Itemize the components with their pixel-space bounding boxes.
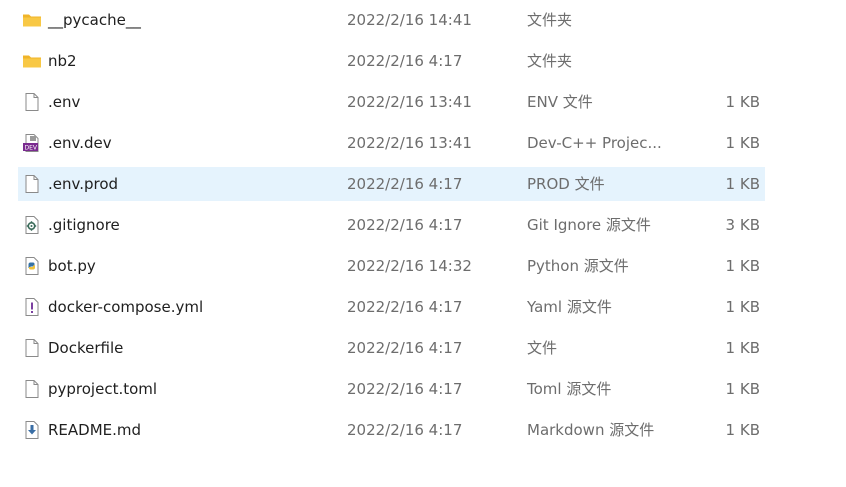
file-date: 2022/2/16 4:17 (347, 52, 463, 70)
file-row-gitignore[interactable]: .gitignore 2022/2/16 4:17 Git Ignore 源文件… (18, 208, 765, 242)
file-name: nb2 (48, 52, 77, 70)
file-row-docker-compose[interactable]: docker-compose.yml 2022/2/16 4:17 Yaml 源… (18, 290, 765, 324)
file-name: .env (48, 93, 81, 111)
file-row-env-dev[interactable]: DEV .env.dev 2022/2/16 13:41 Dev-C++ Pro… (18, 126, 765, 160)
file-size: 1 KB (725, 380, 760, 398)
blank-file-icon (22, 379, 42, 399)
file-row-pycache[interactable]: __pycache__ 2022/2/16 14:41 文件夹 (18, 3, 765, 37)
gear-file-icon (22, 215, 42, 235)
file-date: 2022/2/16 4:17 (347, 380, 463, 398)
file-type: Git Ignore 源文件 (527, 216, 651, 234)
dev-cpp-file-icon: DEV (22, 133, 42, 153)
python-file-icon (22, 256, 42, 276)
file-row-dockerfile[interactable]: Dockerfile 2022/2/16 4:17 文件 1 KB (18, 331, 765, 365)
file-type: Dev-C++ Projec... (527, 134, 662, 152)
file-name: .gitignore (48, 216, 120, 234)
file-type: Yaml 源文件 (527, 298, 612, 316)
file-row-env-prod[interactable]: .env.prod 2022/2/16 4:17 PROD 文件 1 KB (18, 167, 765, 201)
file-type: PROD 文件 (527, 175, 605, 193)
file-name: docker-compose.yml (48, 298, 204, 316)
file-name: bot.py (48, 257, 96, 275)
blank-file-icon (22, 92, 42, 112)
file-date: 2022/2/16 14:32 (347, 257, 472, 275)
file-size: 1 KB (725, 93, 760, 111)
exclamation-file-icon (22, 297, 42, 317)
folder-icon (22, 10, 42, 30)
file-row-pyproject[interactable]: pyproject.toml 2022/2/16 4:17 Toml 源文件 1… (18, 372, 765, 406)
file-date: 2022/2/16 13:41 (347, 93, 472, 111)
file-date: 2022/2/16 4:17 (347, 339, 463, 357)
file-name: __pycache__ (48, 11, 141, 29)
file-name: Dockerfile (48, 339, 124, 357)
file-size: 3 KB (725, 216, 760, 234)
file-type: 文件夹 (527, 52, 573, 70)
file-row-bot-py[interactable]: bot.py 2022/2/16 14:32 Python 源文件 1 KB (18, 249, 765, 283)
markdown-file-icon (22, 420, 42, 440)
file-size: 1 KB (725, 134, 760, 152)
file-size: 1 KB (725, 257, 760, 275)
file-size: 1 KB (725, 421, 760, 439)
file-date: 2022/2/16 4:17 (347, 421, 463, 439)
svg-text:DEV: DEV (25, 145, 38, 152)
file-size: 1 KB (725, 339, 760, 357)
blank-file-icon (22, 174, 42, 194)
folder-icon (22, 51, 42, 71)
file-type: Toml 源文件 (527, 380, 612, 398)
file-name: .env.prod (48, 175, 119, 193)
file-type: Python 源文件 (527, 257, 629, 275)
file-row-readme[interactable]: README.md 2022/2/16 4:17 Markdown 源文件 1 … (18, 413, 765, 447)
file-row-env[interactable]: .env 2022/2/16 13:41 ENV 文件 1 KB (18, 85, 765, 119)
file-name: README.md (48, 421, 142, 439)
file-name: .env.dev (48, 134, 112, 152)
file-type: Markdown 源文件 (527, 421, 655, 439)
file-date: 2022/2/16 4:17 (347, 298, 463, 316)
file-type: 文件 (527, 339, 558, 357)
file-date: 2022/2/16 4:17 (347, 216, 463, 234)
file-date: 2022/2/16 4:17 (347, 175, 463, 193)
file-row-nb2[interactable]: nb2 2022/2/16 4:17 文件夹 (18, 44, 765, 78)
file-name: pyproject.toml (48, 380, 158, 398)
file-type: 文件夹 (527, 11, 573, 29)
file-size: 1 KB (725, 175, 760, 193)
file-date: 2022/2/16 13:41 (347, 134, 472, 152)
blank-file-icon (22, 338, 42, 358)
file-date: 2022/2/16 14:41 (347, 11, 472, 29)
file-type: ENV 文件 (527, 93, 593, 111)
file-size: 1 KB (725, 298, 760, 316)
